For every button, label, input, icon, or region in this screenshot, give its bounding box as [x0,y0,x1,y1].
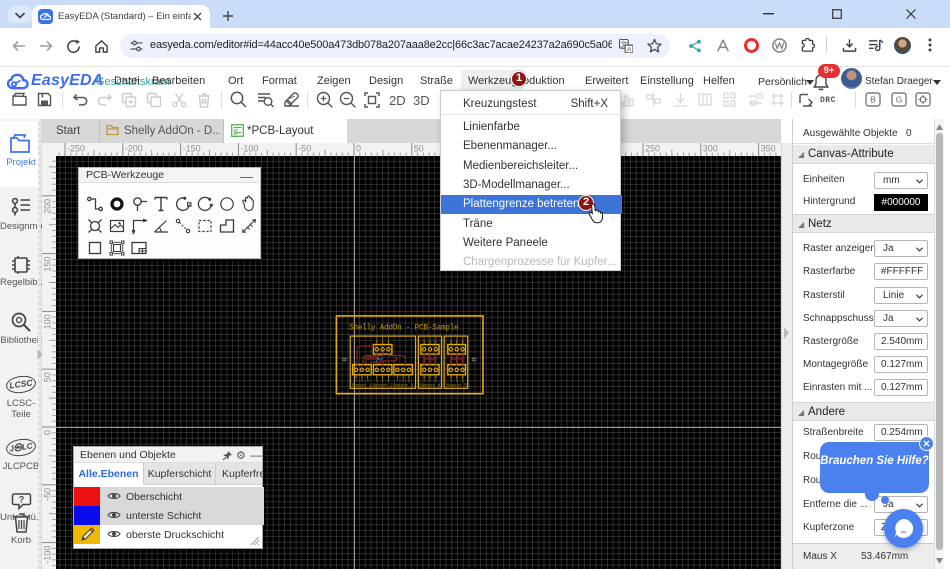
svg-text:2: 2 [456,337,458,341]
svg-text:B: B [870,95,876,105]
svg-text:9: 9 [408,379,410,383]
svg-text:Sensor 2: Sensor 2 [373,385,394,389]
svg-text:7: 7 [396,379,398,383]
svg-text:Sensor 5: Sensor 5 [447,385,468,389]
svg-text:3: 3 [462,337,464,341]
svg-text:3: 3 [367,379,369,383]
svg-text:3: 3 [435,337,437,341]
svg-text:2: 2 [456,379,458,383]
svg-text:1: 1 [355,379,357,383]
svg-text:-50: -50 [298,144,311,154]
svg-text:100: 100 [43,314,53,329]
svg-text:5: 5 [382,379,384,383]
svg-text:350: 350 [761,144,776,154]
svg-text:A: A [627,46,632,53]
svg-text:1: 1 [450,379,452,383]
svg-text:0: 0 [43,430,53,435]
svg-text:3: 3 [387,337,389,341]
svg-text:300: 300 [703,144,718,154]
svg-text:50: 50 [414,144,424,154]
svg-text:-100: -100 [43,546,53,564]
svg-text:2: 2 [361,379,363,383]
svg-text:Sensor 4: Sensor 4 [420,385,441,389]
svg-text:0: 0 [356,144,361,154]
svg-text:Sensor 1: Sensor 1 [352,385,373,389]
svg-text:3: 3 [462,379,464,383]
svg-text:1: 1 [423,337,425,341]
svg-text:G: G [896,95,903,105]
svg-text:150: 150 [43,257,53,272]
svg-text:1: 1 [376,337,378,341]
svg-text:2: 2 [382,337,384,341]
svg-text:50: 50 [43,372,53,382]
svg-text:3: 3 [435,379,437,383]
svg-text:2: 2 [429,379,431,383]
svg-text:-150: -150 [183,144,201,154]
svg-text:2: 2 [429,337,431,341]
svg-text:-100: -100 [240,144,258,154]
svg-text:Sensor 3: Sensor 3 [393,385,414,389]
svg-text:200: 200 [43,199,53,214]
svg-text:-200: -200 [125,144,143,154]
svg-text:8: 8 [402,379,404,383]
svg-text:Shelly AddOn - PCB-Sample: Shelly AddOn - PCB-Sample [349,325,459,333]
svg-text:-50: -50 [43,488,53,501]
svg-text:6: 6 [387,379,389,383]
svg-text:-250: -250 [67,144,85,154]
svg-text:4: 4 [376,379,378,383]
svg-text:1: 1 [450,337,452,341]
svg-text:?: ? [19,495,25,505]
svg-text:1: 1 [423,379,425,383]
svg-text:250: 250 [645,144,660,154]
